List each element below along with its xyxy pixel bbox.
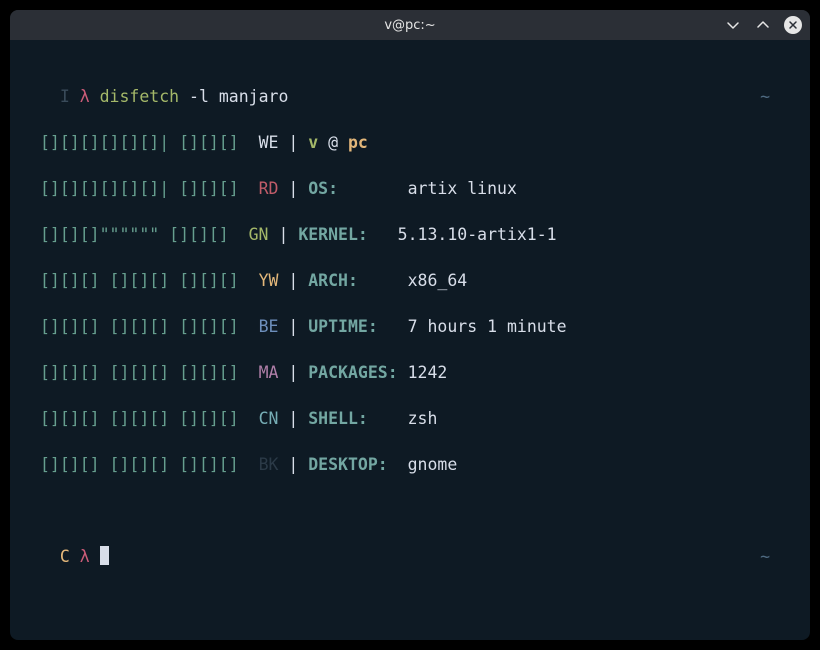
logo-line: [][][][][][]| [][][]: [40, 133, 239, 152]
info-value-uptime: 7 hours 1 minute: [408, 317, 567, 336]
separator-pipe: |: [278, 225, 288, 244]
username: v: [308, 133, 318, 152]
terminal-window: v@pc:~ I λ disfetch -l manjaro ~ [][][][]…: [10, 10, 810, 640]
info-label-os: OS:: [308, 179, 397, 198]
output-row-5: [][][] [][][] [][][] MA | PACKAGES: 1242: [40, 361, 780, 384]
output-row-2: [][][]"""""" [][][] GN | KERNEL: 5.13.10…: [40, 223, 780, 246]
info-label-shell: SHELL:: [308, 409, 397, 428]
logo-line: [][][] [][][] [][][]: [40, 271, 239, 290]
logo-line: [][][] [][][] [][][]: [40, 363, 239, 382]
output-row-4: [][][] [][][] [][][] BE | UPTIME: 7 hour…: [40, 315, 780, 338]
output-row-1: [][][][][][]| [][][] RD | OS: artix linu…: [40, 177, 780, 200]
color-swatch-RD: RD: [259, 179, 279, 198]
output-row-0: [][][][][][]| [][][] WE | v @ pc: [40, 131, 780, 154]
lambda-icon: λ: [80, 547, 90, 566]
logo-line: [][][] [][][] [][][]: [40, 455, 239, 474]
info-value-desktop: gnome: [408, 455, 458, 474]
line-number: I: [60, 87, 70, 106]
lambda-icon: λ: [80, 87, 90, 106]
command-text: disfetch: [100, 87, 179, 106]
info-value-arch: x86_64: [408, 271, 468, 290]
maximize-button[interactable]: [754, 16, 772, 34]
window-controls: [724, 16, 802, 34]
color-swatch-BK: BK: [259, 455, 279, 474]
at-sign: @: [328, 133, 338, 152]
titlebar: v@pc:~: [10, 10, 810, 40]
info-value-os: artix linux: [408, 179, 517, 198]
output-row-3: [][][] [][][] [][][] YW | ARCH: x86_64: [40, 269, 780, 292]
separator-pipe: |: [288, 179, 298, 198]
tilde-indicator: ~: [760, 85, 780, 108]
separator-pipe: |: [288, 133, 298, 152]
color-swatch-MA: MA: [259, 363, 279, 382]
close-button[interactable]: [784, 16, 802, 34]
color-swatch-WE: WE: [259, 133, 279, 152]
color-swatch-CN: CN: [259, 409, 279, 428]
separator-pipe: |: [288, 363, 298, 382]
prompt-line-2[interactable]: C λ ~: [40, 545, 780, 568]
logo-line: [][][][][][]| [][][]: [40, 179, 239, 198]
info-value-kernel: 5.13.10-artix1-1: [398, 225, 557, 244]
window-title: v@pc:~: [10, 18, 810, 33]
info-label-desktop: DESKTOP:: [308, 455, 397, 474]
separator-pipe: |: [288, 455, 298, 474]
color-swatch-BE: BE: [259, 317, 279, 336]
logo-line: [][][] [][][] [][][]: [40, 317, 239, 336]
tilde-indicator: ~: [760, 545, 780, 568]
logo-line: [][][]"""""" [][][]: [40, 225, 229, 244]
info-label-arch: ARCH:: [308, 271, 397, 290]
command-args: -l manjaro: [189, 87, 288, 106]
color-swatch-GN: GN: [249, 225, 269, 244]
separator-pipe: |: [288, 409, 298, 428]
separator-pipe: |: [288, 271, 298, 290]
color-swatch-YW: YW: [259, 271, 279, 290]
terminal-body[interactable]: I λ disfetch -l manjaro ~ [][][][][][]| […: [10, 40, 810, 640]
hostname: pc: [348, 133, 368, 152]
blank-line: [40, 499, 780, 522]
separator-pipe: |: [288, 317, 298, 336]
prompt-line-1: I λ disfetch -l manjaro ~: [40, 85, 780, 108]
logo-line: [][][] [][][] [][][]: [40, 409, 239, 428]
info-label-kernel: KERNEL:: [298, 225, 387, 244]
minimize-button[interactable]: [724, 16, 742, 34]
output-row-6: [][][] [][][] [][][] CN | SHELL: zsh: [40, 407, 780, 430]
line-number: C: [60, 547, 70, 566]
info-label-uptime: UPTIME:: [308, 317, 397, 336]
info-label-packages: PACKAGES:: [308, 363, 397, 382]
info-value-shell: zsh: [408, 409, 438, 428]
output-row-7: [][][] [][][] [][][] BK | DESKTOP: gnome: [40, 453, 780, 476]
cursor-icon: [100, 546, 109, 565]
info-value-packages: 1242: [408, 363, 448, 382]
